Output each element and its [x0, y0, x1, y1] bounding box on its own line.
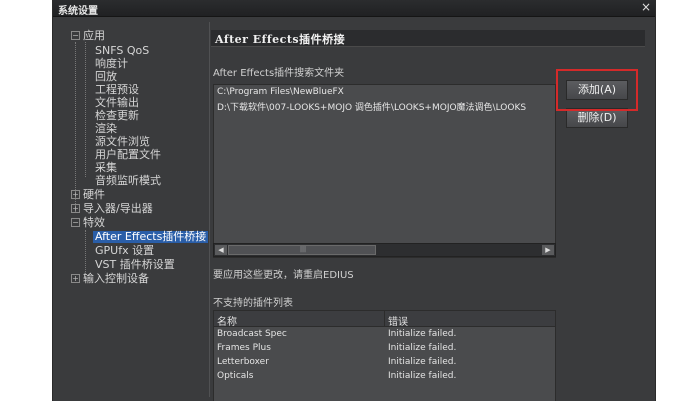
- collapse-icon[interactable]: −: [71, 218, 80, 227]
- tree-guide-line: [75, 42, 76, 212]
- tree-item-project-presets[interactable]: 工程预设: [95, 84, 139, 96]
- panel-title: After Effects插件桥接: [215, 33, 346, 46]
- tree-item-input-control[interactable]: + 输入控制设备: [71, 273, 149, 285]
- table-row[interactable]: Frames Plus Initialize failed.: [214, 343, 555, 356]
- close-icon[interactable]: ×: [641, 0, 651, 14]
- table-row[interactable]: Broadcast Spec Initialize failed.: [214, 329, 555, 342]
- horizontal-scrollbar[interactable]: ◀ ||| ▶: [213, 243, 556, 257]
- plugin-name-cell: Letterboxer: [217, 357, 269, 367]
- tree-item-render[interactable]: 渲染: [95, 123, 117, 135]
- column-divider[interactable]: [384, 311, 385, 327]
- tree-item-importer-exporter[interactable]: + 导入器/导出器: [71, 203, 153, 215]
- tree-guide-line: [85, 42, 86, 177]
- collapse-icon[interactable]: −: [71, 31, 80, 40]
- plugin-folder-list[interactable]: C:\Program Files\NewBlueFX D:\下载软件\007-L…: [213, 84, 556, 258]
- plugin-error-cell: Initialize failed.: [388, 371, 457, 381]
- tree-item-gpufx-settings[interactable]: GPUfx 设置: [95, 245, 154, 257]
- plugin-name-cell: Broadcast Spec: [217, 329, 287, 339]
- column-header-error[interactable]: 错误: [388, 313, 408, 328]
- plugin-name-cell: Opticals: [217, 371, 254, 381]
- tree-item-loudness[interactable]: 响度计: [95, 58, 128, 70]
- tree-item-vst-bridge[interactable]: VST 插件桥设置: [95, 259, 175, 271]
- expand-icon[interactable]: +: [71, 204, 80, 213]
- tree-guide-line: [85, 230, 86, 272]
- unsupported-plugins-table: 名称 错误 Broadcast Spec Initialize failed. …: [213, 310, 556, 401]
- tree-item-file-output[interactable]: 文件输出: [95, 97, 139, 109]
- table-header: 名称 错误: [214, 311, 555, 328]
- plugin-error-cell: Initialize failed.: [388, 329, 457, 339]
- window-title: 系统设置: [58, 6, 98, 17]
- tree-item-audio-monitor[interactable]: 音频监听模式: [95, 175, 161, 187]
- annotation-highlight-box: [556, 69, 638, 111]
- folder-path-item[interactable]: C:\Program Files\NewBlueFX: [217, 87, 344, 97]
- search-folder-label: After Effects插件搜索文件夹: [213, 68, 345, 79]
- tree-item-hardware[interactable]: + 硬件: [71, 189, 105, 201]
- scroll-grip-icon: |||: [300, 246, 307, 253]
- tree-item-snfs-qos[interactable]: SNFS QoS: [95, 45, 149, 57]
- tree-item-source-browser[interactable]: 源文件浏览: [95, 136, 150, 148]
- expand-icon[interactable]: +: [71, 274, 80, 283]
- table-row[interactable]: Opticals Initialize failed.: [214, 371, 555, 384]
- tree-item-playback[interactable]: 回放: [95, 71, 117, 83]
- tree-item-check-updates[interactable]: 检查更新: [95, 110, 139, 122]
- settings-window: 系统设置 × − 应用 SNFS QoS 响度计 回放 工程预设 文件输出 检查更…: [52, 0, 656, 401]
- panel-header: After Effects插件桥接: [211, 30, 645, 47]
- scroll-right-icon[interactable]: ▶: [542, 245, 554, 255]
- expand-icon[interactable]: +: [71, 190, 80, 199]
- delete-button[interactable]: 删除(D): [566, 108, 628, 128]
- plugin-name-cell: Frames Plus: [217, 343, 271, 353]
- restart-note: 要应用这些更改，请重启EDIUS: [213, 270, 354, 281]
- tree-item-app[interactable]: − 应用: [71, 30, 105, 42]
- tree-item-effects[interactable]: − 特效: [71, 217, 105, 229]
- column-header-name[interactable]: 名称: [217, 313, 237, 328]
- tree-item-capture[interactable]: 采集: [95, 162, 117, 174]
- title-bar: 系统设置 ×: [53, 0, 655, 17]
- tree-item-user-profile[interactable]: 用户配置文件: [95, 149, 161, 161]
- scroll-left-icon[interactable]: ◀: [215, 245, 227, 255]
- plugin-error-cell: Initialize failed.: [388, 343, 457, 353]
- plugin-error-cell: Initialize failed.: [388, 357, 457, 367]
- table-row[interactable]: Letterboxer Initialize failed.: [214, 357, 555, 370]
- tree-item-after-effects-bridge[interactable]: After Effects插件桥接: [93, 231, 209, 243]
- unsupported-plugins-label: 不支持的插件列表: [213, 298, 293, 309]
- folder-path-item[interactable]: D:\下载软件\007-LOOKS+MOJO 调色插件\LOOKS+MOJO魔法…: [217, 100, 526, 113]
- panel-divider: [209, 22, 210, 397]
